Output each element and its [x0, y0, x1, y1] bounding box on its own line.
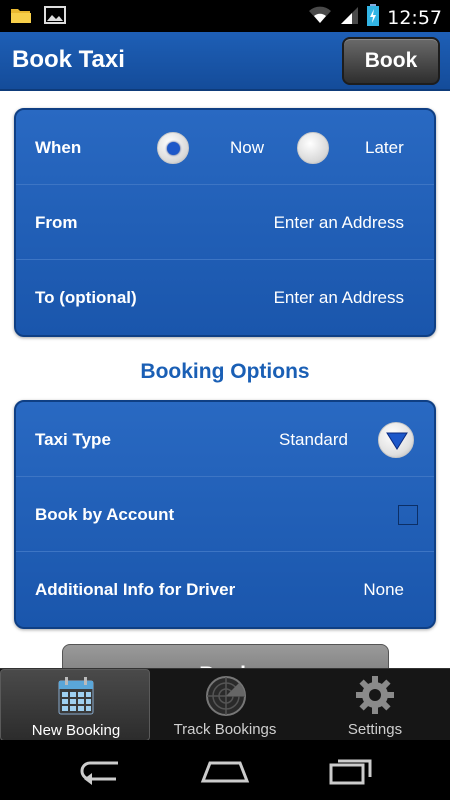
book-button[interactable]: Book: [342, 37, 440, 85]
system-nav-bar: [0, 740, 450, 800]
app-header: Book Taxi Book: [0, 32, 450, 91]
clock: 12:57: [387, 6, 442, 29]
page-title: Book Taxi: [12, 46, 125, 73]
when-label: When: [35, 138, 82, 157]
additional-info-label: Additional Info for Driver: [35, 580, 236, 599]
tab-label-new-booking: New Booking: [31, 722, 121, 739]
from-label: From: [35, 213, 78, 232]
tab-bar: New Booking Track Bookings Settings: [0, 668, 450, 741]
additional-info-row[interactable]: Additional Info for Driver None: [16, 552, 434, 627]
tab-settings[interactable]: Settings: [300, 669, 450, 741]
taxi-type-dropdown[interactable]: [378, 422, 414, 458]
later-label: Later: [365, 138, 404, 157]
home-icon[interactable]: [200, 755, 250, 787]
booking-options-title: Booking Options: [140, 360, 310, 383]
signal-icon: [339, 5, 359, 30]
back-icon[interactable]: [76, 755, 126, 787]
when-row: When Now Later: [16, 110, 434, 185]
gear-icon: [355, 675, 395, 715]
trip-panel: When Now Later From Enter an Address To …: [14, 108, 436, 337]
calendar-icon: [56, 676, 96, 716]
from-row[interactable]: From Enter an Address: [16, 185, 434, 260]
book-by-account-label: Book by Account: [35, 505, 175, 524]
radio-selected-dot: [167, 142, 180, 155]
taxi-type-value: Standard: [279, 430, 348, 449]
now-label: Now: [230, 138, 265, 157]
tab-label-settings: Settings: [347, 721, 403, 738]
chevron-down-icon: [386, 432, 408, 450]
tab-track-bookings[interactable]: Track Bookings: [150, 669, 300, 741]
folder-icon: [10, 5, 32, 25]
later-radio[interactable]: [297, 132, 329, 164]
radar-icon: [205, 675, 246, 716]
status-bar: 12:57: [0, 0, 450, 32]
taxi-type-row[interactable]: Taxi Type Standard: [16, 402, 434, 477]
to-address-field[interactable]: Enter an Address: [274, 288, 404, 308]
image-icon: [44, 5, 66, 25]
additional-info-value: None: [363, 580, 404, 599]
taxi-type-label: Taxi Type: [35, 430, 111, 449]
wifi-icon: [309, 5, 332, 30]
recent-apps-icon[interactable]: [328, 755, 378, 787]
battery-charging-icon: [367, 4, 380, 31]
to-label: To (optional): [35, 288, 137, 307]
booking-options-panel: Taxi Type Standard Book by Account Addit…: [14, 400, 436, 629]
now-radio[interactable]: [157, 132, 189, 164]
from-address-field[interactable]: Enter an Address: [274, 213, 404, 233]
tab-new-booking[interactable]: New Booking: [0, 669, 150, 741]
book-by-account-checkbox[interactable]: [398, 505, 418, 525]
book-by-account-row[interactable]: Book by Account: [16, 477, 434, 552]
tab-label-track-bookings: Track Bookings: [173, 721, 277, 738]
to-row[interactable]: To (optional) Enter an Address: [16, 260, 434, 335]
